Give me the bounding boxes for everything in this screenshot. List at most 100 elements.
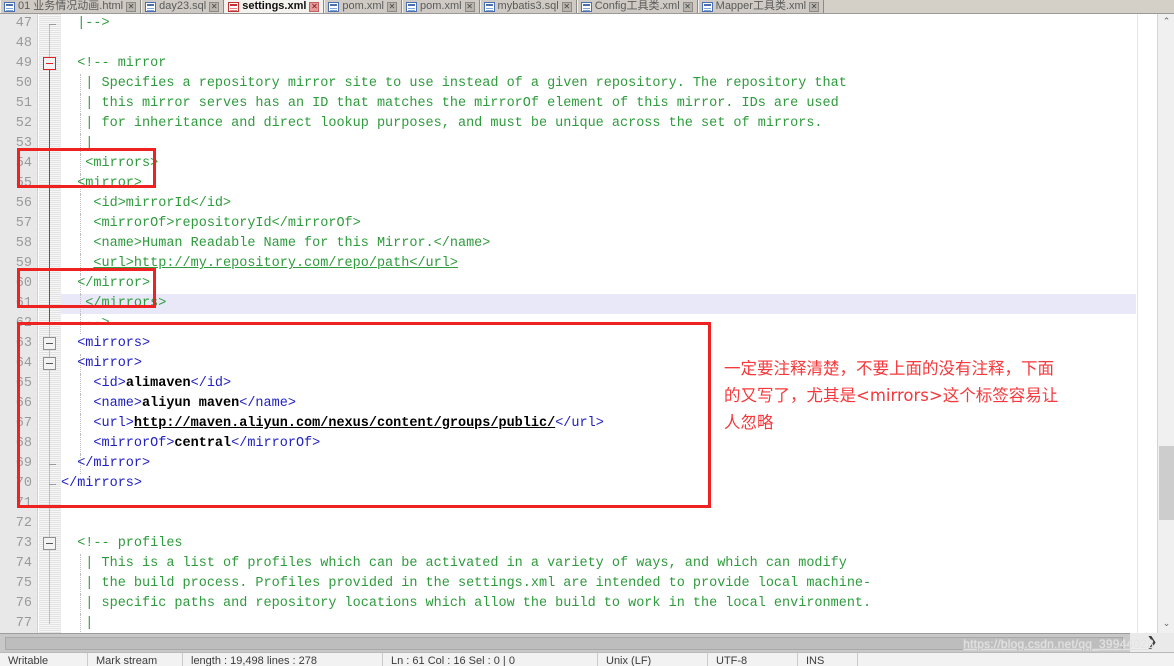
code-editor[interactable]: 47 48 49 50 51 52 53 54 55 56 57 58 59 60 61 62 63 64 65 66… xyxy=(0,14,1174,633)
code-token: http://maven.aliyun.com/nexus/content/gr… xyxy=(133,416,556,431)
code-line[interactable]: </mirror> xyxy=(61,454,1136,474)
editor-tab-6[interactable]: Config工具类.xml ✕ xyxy=(576,0,698,13)
tab-close-icon[interactable]: ✕ xyxy=(126,1,137,12)
code-line[interactable]: | Specifies a repository mirror site to … xyxy=(61,74,1136,94)
code-token: |--> xyxy=(61,16,110,31)
fold-collapse-icon[interactable] xyxy=(43,337,56,350)
tab-close-icon[interactable]: ✕ xyxy=(386,1,397,12)
indent-guide xyxy=(80,614,81,633)
code-token: <name>Human Readable Name for this Mirro… xyxy=(61,236,491,251)
code-line[interactable]: <mirrorOf>repositoryId</mirrorOf> xyxy=(61,214,1136,234)
line-number: 48 xyxy=(15,36,32,51)
status-cell-2: length : 19,498 lines : 278 xyxy=(183,653,383,666)
vertical-scrollbar[interactable]: ⌃ ⌄ xyxy=(1157,14,1174,633)
html-file-icon xyxy=(4,1,15,12)
code-line[interactable]: <url>http://my.repository.com/repo/path<… xyxy=(61,254,1136,274)
editor-tab-label: pom.xml xyxy=(342,0,384,12)
scroll-down-arrow-icon[interactable]: ⌄ xyxy=(1158,616,1174,633)
code-line[interactable]: | this mirror serves has an ID that matc… xyxy=(61,94,1136,114)
indent-guide xyxy=(80,234,81,254)
code-text-area[interactable]: |--> <!-- mirror | Specifies a repositor… xyxy=(61,14,1136,633)
tab-close-icon[interactable]: ✕ xyxy=(309,1,320,12)
editor-tab-5[interactable]: mybatis3.sql ✕ xyxy=(479,0,577,13)
xml-file-icon xyxy=(701,1,713,12)
editor-tab-1[interactable]: day23.sql ✕ xyxy=(141,0,225,13)
editor-tab-label: settings.xml xyxy=(242,0,307,12)
code-token: </mirrorOf> xyxy=(231,436,321,451)
code-token: | this mirror serves has an ID that matc… xyxy=(61,96,839,111)
tab-close-icon[interactable]: ✕ xyxy=(464,1,475,12)
fold-end-marker xyxy=(49,464,56,465)
line-number: 59 xyxy=(15,256,32,271)
line-number: 62 xyxy=(15,316,32,331)
code-line[interactable]: <mirrorOf>central</mirrorOf> xyxy=(61,434,1136,454)
code-line[interactable]: | for inheritance and direct lookup purp… xyxy=(61,114,1136,134)
code-line[interactable]: <mirrors> xyxy=(61,334,1136,354)
editor-tab-bar[interactable]: 01 业务情况动画.html ✕ day23.sql ✕ settings.xml ✕ po… xyxy=(0,0,1174,14)
code-line[interactable]: <!-- profiles xyxy=(61,534,1136,554)
line-number: 51 xyxy=(15,96,32,111)
editor-tab-3[interactable]: pom.xml ✕ xyxy=(324,0,402,13)
fold-collapse-icon[interactable] xyxy=(43,537,56,550)
code-token: <url> xyxy=(61,416,134,431)
code-line[interactable]: <id>mirrorId</id> xyxy=(61,194,1136,214)
code-line[interactable]: <mirror> xyxy=(61,174,1136,194)
code-token: <mirror> xyxy=(61,176,143,191)
scrollbar-thumb[interactable] xyxy=(1159,446,1174,520)
fold-rail-active xyxy=(49,64,50,324)
indent-guide xyxy=(80,554,81,574)
line-number: 50 xyxy=(15,76,32,91)
code-line[interactable]: <!-- mirror xyxy=(61,54,1136,74)
tab-close-icon[interactable]: ✕ xyxy=(209,1,220,12)
status-cell-6: INS xyxy=(798,653,858,666)
line-number: 63 xyxy=(15,336,32,351)
fold-collapse-icon[interactable] xyxy=(43,57,56,70)
code-line[interactable]: | the build process. Profiles provided i… xyxy=(61,574,1136,594)
code-line[interactable] xyxy=(61,34,1136,54)
code-line[interactable] xyxy=(61,494,1136,514)
code-line[interactable]: </mirrors> xyxy=(61,294,1136,314)
code-line[interactable]: | xyxy=(61,134,1136,154)
code-line[interactable] xyxy=(61,514,1136,534)
code-line[interactable]: <name>Human Readable Name for this Mirro… xyxy=(61,234,1136,254)
status-cell-0: Writable xyxy=(0,653,88,666)
code-token: <mirrorOf>repositoryId</mirrorOf> xyxy=(61,216,361,231)
code-token: <mirrorOf> xyxy=(61,436,175,451)
indent-guide xyxy=(80,154,81,174)
chinese-annotation-text: 一定要注释清楚，不要上面的没有注释，下面的又写了，尤其是<mirrors>这个标… xyxy=(724,359,1059,432)
indent-guide xyxy=(80,74,81,94)
code-line[interactable]: --> xyxy=(61,314,1136,334)
code-line[interactable]: | xyxy=(61,614,1136,633)
indent-guide xyxy=(80,374,81,394)
indent-guide xyxy=(80,394,81,414)
fold-collapse-icon[interactable] xyxy=(43,357,56,370)
code-line[interactable]: | specific paths and repository location… xyxy=(61,594,1136,614)
line-number-gutter: 47 48 49 50 51 52 53 54 55 56 57 58 59 60 61 62 63 64 65 66… xyxy=(0,14,38,633)
line-number: 73 xyxy=(15,536,32,551)
code-token: </mirror> xyxy=(61,276,151,291)
xml-file-icon xyxy=(405,1,417,12)
code-line[interactable]: <mirrors> xyxy=(61,154,1136,174)
scroll-up-arrow-icon[interactable]: ⌃ xyxy=(1158,14,1174,31)
code-line[interactable]: </mirrors> xyxy=(61,474,1136,494)
code-line[interactable]: |--> xyxy=(61,14,1136,34)
tab-close-icon[interactable]: ✕ xyxy=(561,1,572,12)
sql-file-icon xyxy=(483,1,495,12)
horizontal-scroll-track[interactable] xyxy=(5,637,1123,650)
code-token: </mirrors> xyxy=(61,476,143,491)
tab-close-icon[interactable]: ✕ xyxy=(809,1,820,12)
indent-guide xyxy=(80,254,81,274)
editor-tab-2[interactable]: settings.xml ✕ xyxy=(224,0,325,13)
editor-tab-label: pom.xml xyxy=(419,0,462,12)
editor-tab-label: day23.sql xyxy=(159,0,207,12)
code-token: <mirror> xyxy=(61,356,143,371)
editor-tab-4[interactable]: pom.xml ✕ xyxy=(401,0,480,13)
tab-close-icon[interactable]: ✕ xyxy=(682,1,693,12)
code-folding-gutter[interactable] xyxy=(39,14,61,633)
code-line[interactable]: | This is a list of profiles which can b… xyxy=(61,554,1136,574)
editor-tab-0[interactable]: 01 业务情况动画.html ✕ xyxy=(0,0,142,13)
editor-tab-7[interactable]: Mapper工具类.xml ✕ xyxy=(697,0,825,13)
watermark-url: https://blog.csdn.net/qq_39944028 xyxy=(963,637,1154,651)
code-line[interactable]: </mirror> xyxy=(61,274,1136,294)
